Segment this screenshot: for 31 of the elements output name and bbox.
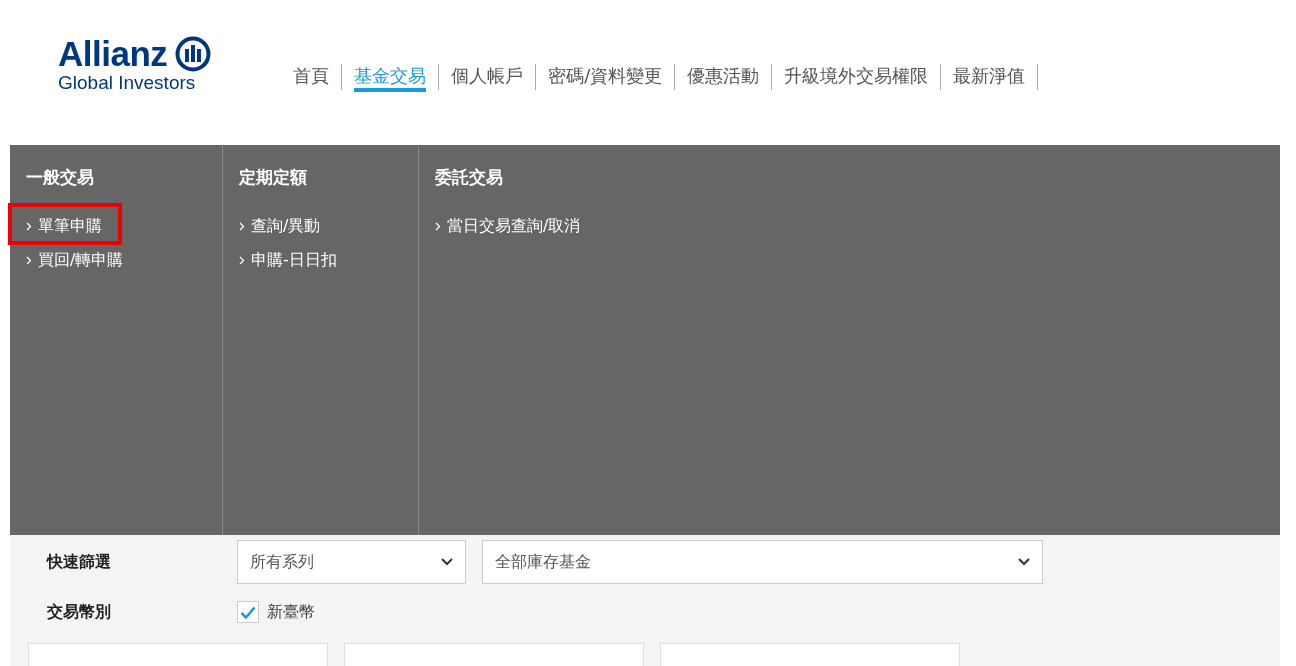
logo-wordmark: Allianz [58,36,168,72]
chevron-right-icon [435,221,441,231]
chevron-right-icon [239,221,245,231]
chevron-right-icon [26,221,32,231]
checkbox[interactable] [237,601,259,623]
menu-link[interactable]: 申購-日日扣 [239,240,402,275]
nav-link[interactable]: 密碼/資料變更 [536,64,675,88]
filter-label: 快速篩選 [47,551,112,573]
checkmark-icon [240,605,256,619]
logo-icon [175,36,212,72]
nav-link[interactable]: 最新淨值 [941,64,1038,88]
fund-select[interactable]: 全部庫存基金 [482,540,1043,584]
menu-heading: 一般交易 [26,166,95,189]
menu-link[interactable]: 查詢/異動 [239,206,402,241]
menu-heading: 定期定額 [239,166,308,189]
checkbox-label: 新臺幣 [267,601,315,623]
nav-link[interactable]: 升級境外交易權限 [772,64,941,88]
logo-subtitle: Global Investors [58,72,197,94]
nav-link[interactable]: 個人帳戶 [439,64,536,88]
chevron-right-icon [239,255,245,265]
chevron-right-icon [26,255,32,265]
menu-heading: 委託交易 [435,166,504,189]
nav-link[interactable]: 優惠活動 [675,64,772,88]
chevron-down-icon [1018,558,1030,566]
chevron-down-icon [441,558,453,566]
nav-link[interactable]: 首頁 [281,64,342,88]
menu-link[interactable]: 單筆申購 [12,206,118,241]
series-select[interactable]: 所有系列 [237,540,466,584]
menu-link[interactable]: 買回/轉申購 [26,240,206,275]
menu-link[interactable]: 當日交易查詢/取消 [435,206,625,241]
filter-label: 交易幣別 [47,601,112,623]
